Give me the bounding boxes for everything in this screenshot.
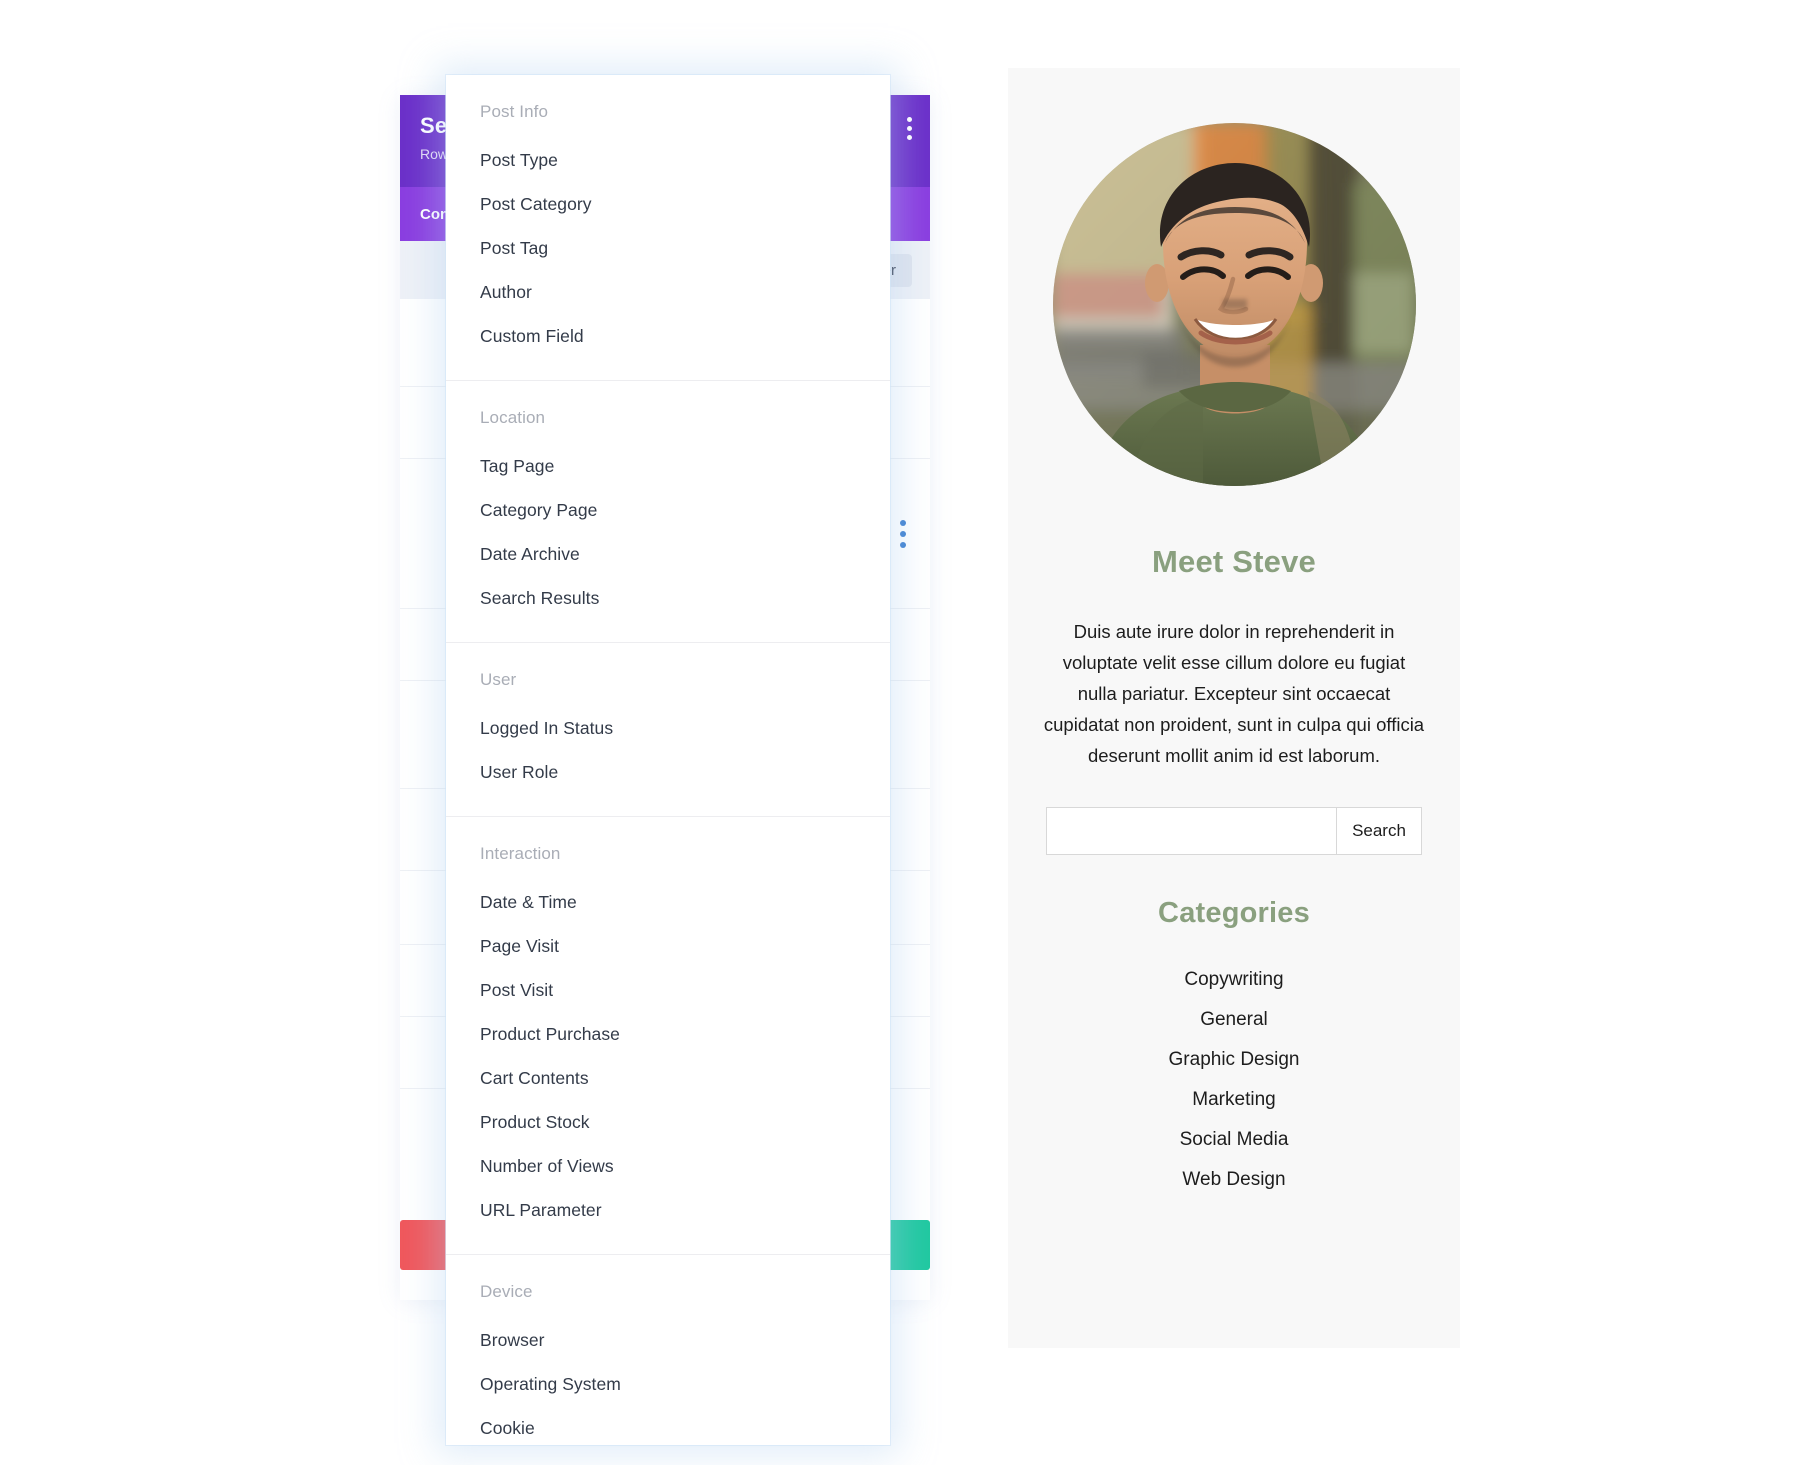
menu-item-url-parameter[interactable]: URL Parameter	[480, 1188, 856, 1232]
menu-item-author[interactable]: Author	[480, 270, 856, 314]
category-item[interactable]: General	[1008, 1000, 1460, 1040]
row-menu-icon[interactable]	[900, 519, 906, 548]
menu-section-title: Interaction	[480, 844, 561, 863]
menu-section-interaction: Interaction Date & Time Page Visit Post Vis…	[446, 816, 890, 1254]
menu-item-product-stock[interactable]: Product Stock	[480, 1100, 856, 1144]
menu-section-title: Post Info	[480, 102, 548, 121]
menu-item-category-page[interactable]: Category Page	[480, 488, 856, 532]
menu-item-product-purchase[interactable]: Product Purchase	[480, 1012, 856, 1056]
menu-item-logged-in-status[interactable]: Logged In Status	[480, 706, 856, 750]
conditions-dropdown-menu[interactable]: Post Info Post Type Post Category Post Tag A…	[446, 75, 890, 1445]
menu-item-user-role[interactable]: User Role	[480, 750, 856, 794]
screen-root: Section Row Content Filter Post InfoPost…	[0, 0, 1800, 1465]
menu-item-post-visit[interactable]: Post Visit	[480, 968, 856, 1012]
menu-item-tag-page[interactable]: Tag Page	[480, 444, 856, 488]
menu-item-date-time[interactable]: Date & Time	[480, 880, 856, 924]
menu-item-date-archive[interactable]: Date Archive	[480, 532, 856, 576]
menu-item-post-type[interactable]: Post Type	[480, 138, 856, 182]
avatar	[1052, 123, 1416, 486]
menu-item-operating-system[interactable]: Operating System	[480, 1362, 856, 1406]
search-button[interactable]: Search	[1336, 807, 1422, 855]
menu-item-post-category[interactable]: Post Category	[480, 182, 856, 226]
categories-list: Copywriting General Graphic Design Marketin…	[1008, 960, 1460, 1200]
profile-bio: Duis aute irure dolor in reprehenderit i…	[1043, 621, 1425, 766]
category-item[interactable]: Graphic Design	[1008, 1040, 1460, 1080]
avatar-photo	[1052, 123, 1416, 486]
search-form: Search	[1046, 807, 1422, 855]
search-input[interactable]	[1046, 807, 1336, 855]
menu-item-cookie[interactable]: Cookie	[480, 1406, 856, 1445]
category-item[interactable]: Web Design	[1008, 1160, 1460, 1200]
menu-item-number-of-views[interactable]: Number of Views	[480, 1144, 856, 1188]
menu-item-post-tag[interactable]: Post Tag	[480, 226, 856, 270]
menu-section-title: Device	[480, 1282, 533, 1301]
menu-item-page-visit[interactable]: Page Visit	[480, 924, 856, 968]
menu-item-cart-contents[interactable]: Cart Contents	[480, 1056, 856, 1100]
category-item[interactable]: Marketing	[1008, 1080, 1460, 1120]
menu-item-browser[interactable]: Browser	[480, 1318, 856, 1362]
menu-section-title: User	[480, 670, 517, 689]
menu-section-user: User Logged In Status User Role	[446, 642, 890, 816]
builder-header-menu-icon[interactable]	[907, 117, 912, 140]
profile-heading: Meet Steve	[1152, 544, 1316, 579]
menu-item-search-results[interactable]: Search Results	[480, 576, 856, 620]
delete-button[interactable]	[400, 1220, 450, 1270]
profile-sidebar-card: Meet Steve Duis aute irure dolor in repr…	[1008, 68, 1460, 1348]
categories-heading: Categories	[1158, 897, 1310, 929]
menu-section-post-info: Post Info Post Type Post Category Post Tag A…	[446, 75, 890, 380]
menu-item-custom-field[interactable]: Custom Field	[480, 314, 856, 358]
category-item[interactable]: Copywriting	[1008, 960, 1460, 1000]
menu-section-location: Location Tag Page Category Page Date Archiv…	[446, 380, 890, 642]
menu-section-title: Location	[480, 408, 546, 427]
category-item[interactable]: Social Media	[1008, 1120, 1460, 1160]
menu-section-device: Device Browser Operating System Cookie	[446, 1254, 890, 1445]
